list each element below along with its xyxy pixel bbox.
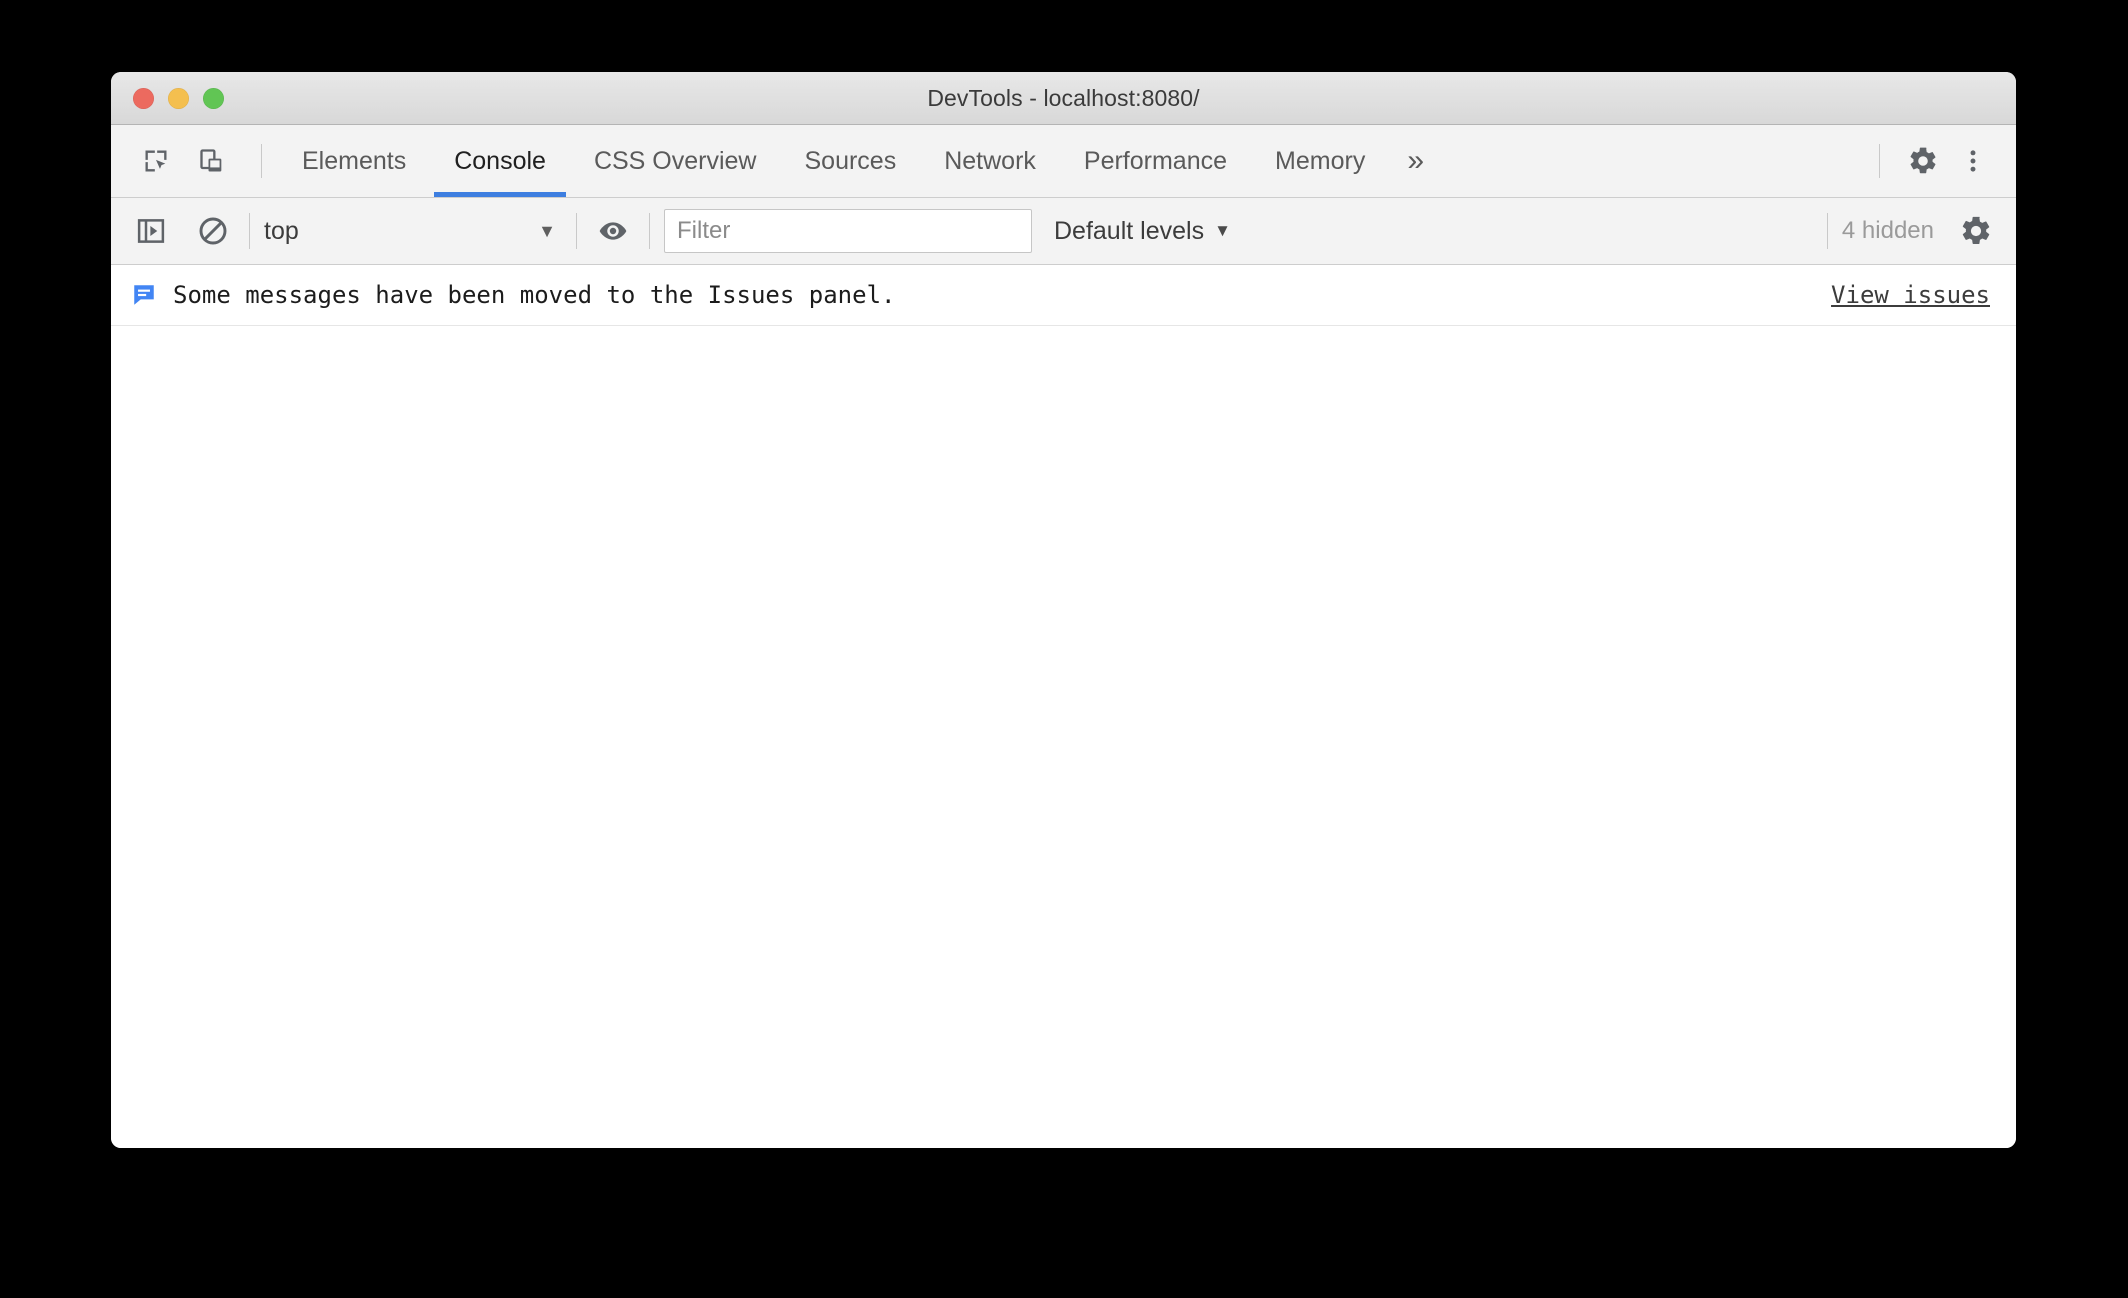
chevron-double-right-icon: »: [1407, 144, 1425, 177]
log-levels-label: Default levels: [1054, 216, 1205, 245]
tab-network[interactable]: Network: [920, 125, 1060, 197]
tab-label: Memory: [1275, 146, 1366, 175]
clear-console-icon[interactable]: [191, 209, 235, 253]
tab-label: Sources: [804, 146, 897, 175]
tab-performance[interactable]: Performance: [1060, 125, 1251, 197]
close-window-button[interactable]: [133, 87, 154, 109]
toolbar-divider-2: [576, 213, 577, 249]
view-issues-link[interactable]: View issues: [1831, 281, 1990, 309]
inspect-element-icon[interactable]: [133, 138, 179, 184]
tab-console[interactable]: Console: [430, 125, 570, 197]
devtools-tabbar: Elements Console CSS Overview Sources Ne…: [111, 125, 2016, 198]
window-titlebar: DevTools - localhost:8080/: [111, 72, 2016, 125]
tabbar-left-icons: [111, 125, 278, 197]
hidden-messages-count: 4 hidden: [1841, 217, 1934, 244]
tabbar-right-divider: [1879, 144, 1880, 178]
console-toolbar: top ▼ Default levels ▼ 4 hidden: [111, 198, 2016, 265]
tab-label: Network: [944, 146, 1036, 175]
chevron-down-icon: ▼: [538, 220, 556, 241]
tabbar-right-icons: [1863, 125, 2016, 197]
minimize-window-button[interactable]: [168, 87, 189, 109]
filter-input[interactable]: [664, 209, 1032, 253]
tab-label: CSS Overview: [593, 146, 757, 175]
tab-memory[interactable]: Memory: [1251, 125, 1389, 197]
tab-sources[interactable]: Sources: [781, 125, 921, 197]
show-console-sidebar-icon[interactable]: [129, 209, 173, 253]
execution-context-selector[interactable]: top ▼: [264, 209, 562, 253]
console-message-list: Some messages have been moved to the Iss…: [111, 265, 2016, 1148]
toolbar-divider-3: [649, 213, 650, 249]
more-vertical-icon[interactable]: [1950, 138, 1996, 184]
console-message-text: Some messages have been moved to the Iss…: [173, 281, 896, 309]
console-message-row[interactable]: Some messages have been moved to the Iss…: [111, 265, 2016, 326]
window-title: DevTools - localhost:8080/: [927, 84, 1200, 111]
info-message-icon: [129, 280, 159, 310]
tab-label: Performance: [1083, 146, 1228, 175]
maximize-window-button[interactable]: [203, 87, 224, 109]
devtools-window: DevTools - localhost:8080/ Elements Cons…: [111, 72, 2016, 1148]
tab-label: Console: [454, 146, 546, 175]
tab-elements[interactable]: Elements: [278, 125, 430, 197]
tab-css-overview[interactable]: CSS Overview: [570, 125, 781, 197]
toolbar-divider-1: [249, 213, 250, 249]
log-levels-selector[interactable]: Default levels ▼: [1054, 217, 1231, 246]
traffic-lights: [111, 87, 224, 109]
tab-label: Elements: [302, 146, 407, 175]
tabbar-divider: [261, 144, 262, 178]
gear-icon[interactable]: [1954, 209, 1998, 253]
toolbar-divider-4: [1826, 213, 1828, 249]
panel-tabs: Elements Console CSS Overview Sources Ne…: [278, 125, 1863, 197]
more-tabs-button[interactable]: »: [1389, 125, 1442, 197]
eye-icon[interactable]: [591, 209, 635, 253]
device-toolbar-icon[interactable]: [189, 138, 235, 184]
gear-icon[interactable]: [1900, 138, 1946, 184]
chevron-down-icon: ▼: [1214, 221, 1231, 240]
execution-context-value: top: [264, 216, 299, 245]
